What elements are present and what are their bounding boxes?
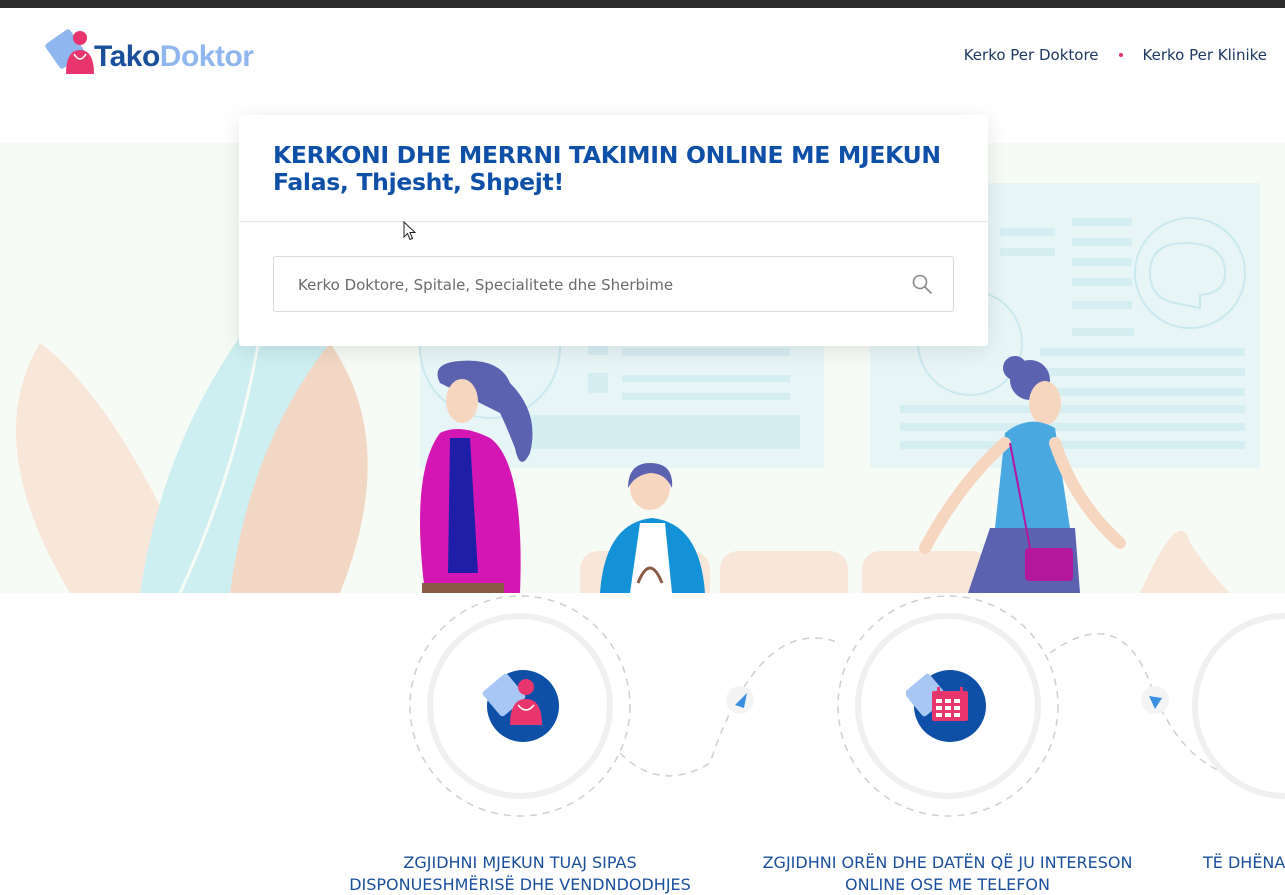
hero-title: KERKONI DHE MERRNI TAKIMIN ONLINE ME MJE… [273, 142, 941, 196]
card-divider [239, 221, 988, 222]
step-3-label: TË DHËNA [1203, 853, 1285, 872]
arrow-icon [1141, 686, 1169, 714]
search-box [273, 256, 954, 312]
step-1-label: ZGJIDHNI MJEKUN TUAJ SIPAS DISPONUESHMËR… [349, 853, 691, 894]
browser-top-strip [0, 0, 1285, 8]
logo-doctor-icon [45, 29, 94, 74]
hero-title-line1: KERKONI DHE MERRNI TAKIMIN ONLINE ME MJE… [273, 141, 941, 169]
nav-separator-dot [1118, 53, 1123, 57]
logo-text: TakoDoktor [94, 40, 254, 73]
search-icon[interactable] [911, 273, 933, 295]
arrow-icon [726, 686, 754, 714]
steps-connector-lines [409, 595, 1285, 817]
main-nav: Kerko Per Doktore Kerko Per Klinike [964, 46, 1267, 64]
doctor-icon [482, 670, 559, 742]
calendar-icon [906, 670, 986, 742]
search-input[interactable] [296, 271, 900, 299]
mouse-cursor-icon [403, 221, 417, 241]
step-2-label: ZGJIDHNI ORËN DHE DATËN QË JU INTERESON … [762, 853, 1133, 894]
nav-doctors-link[interactable]: Kerko Per Doktore [964, 46, 1099, 64]
site-logo[interactable]: TakoDoktor [44, 22, 254, 82]
how-it-works-steps: ZGJIDHNI MJEKUN TUAJ SIPAS DISPONUESHMËR… [0, 593, 1285, 895]
search-card: KERKONI DHE MERRNI TAKIMIN ONLINE ME MJE… [239, 115, 988, 346]
site-header: TakoDoktor Kerko Per Doktore Kerko Per K… [0, 8, 1285, 108]
hero-title-line2: Falas, Thjesht, Shpejt! [273, 168, 564, 196]
nav-clinics-link[interactable]: Kerko Per Klinike [1143, 46, 1267, 64]
